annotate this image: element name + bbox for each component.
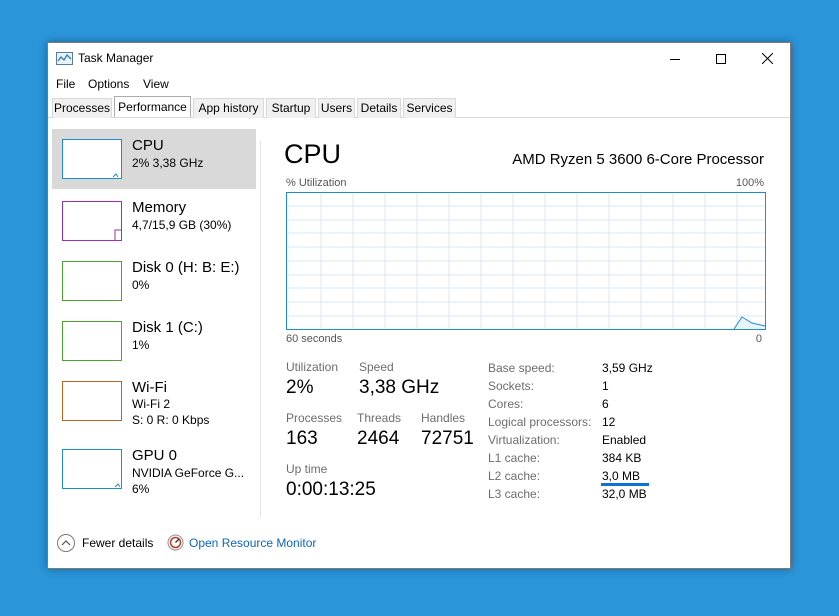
utilization-label: Utilization [286, 360, 339, 374]
sidebar-item-gpu[interactable]: GPU 0 NVIDIA GeForce G... 6% [52, 435, 256, 501]
close-icon [761, 53, 773, 64]
speed-value: 3,38 GHz [359, 377, 440, 398]
threads-label: Threads [357, 411, 402, 425]
virtualization-highlight [601, 483, 649, 486]
task-manager-icon [56, 51, 73, 66]
window-title: Task Manager [78, 51, 154, 65]
tab-details[interactable]: Details [357, 98, 401, 118]
sidebar-disk1-value: 1% [132, 338, 150, 352]
utilization-value: 2% [286, 377, 314, 398]
processes-value: 163 [286, 428, 318, 449]
spec-base-speed-value: 3,59 GHz [602, 361, 653, 375]
tab-bar: Processes Performance App history Startu… [48, 96, 790, 118]
sidebar-item-disk0[interactable]: Disk 0 (H: B: E:) 0% [52, 251, 256, 311]
memory-thumbnail-graph [62, 201, 122, 241]
sidebar-wifi-title: Wi-Fi [132, 379, 167, 396]
spec-logical-label: Logical processors: [488, 415, 592, 429]
menu-file[interactable]: File [56, 77, 75, 91]
sidebar-item-memory[interactable]: Memory 4,7/15,9 GB (30%) [52, 191, 256, 251]
performance-sidebar: CPU 2% 3,38 GHz Memory 4,7/15,9 GB (30%)… [52, 129, 256, 519]
handles-label: Handles [421, 411, 466, 425]
spec-l3-label: L3 cache: [488, 487, 541, 501]
spec-base-speed-label: Base speed: [488, 361, 555, 375]
menu-options[interactable]: Options [88, 77, 129, 91]
sidebar-item-disk1[interactable]: Disk 1 (C:) 1% [52, 311, 256, 371]
spec-l2-value: 3,0 MB [602, 469, 641, 483]
maximize-button[interactable] [698, 43, 744, 74]
spec-virtualization-label: Virtualization: [488, 433, 560, 447]
sidebar-disk0-value: 0% [132, 278, 150, 292]
spec-logical-value: 12 [602, 415, 616, 429]
graph-utilization-label: % Utilization [286, 177, 347, 189]
tab-startup[interactable]: Startup [266, 98, 316, 118]
menu-bar: File Options View [48, 74, 790, 94]
footer-bar: Fewer details Open Resource Monitor [48, 533, 790, 557]
speed-label: Speed [359, 360, 394, 374]
tab-app-history[interactable]: App history [193, 98, 264, 118]
uptime-value: 0:00:13:25 [286, 479, 376, 500]
graph-max-label: 100% [735, 177, 764, 189]
page-title: CPU [284, 139, 342, 169]
sidebar-disk1-title: Disk 1 (C:) [132, 319, 203, 336]
close-button[interactable] [744, 43, 790, 74]
tab-users[interactable]: Users [318, 98, 355, 118]
resource-monitor-icon [167, 534, 184, 551]
spec-cores-label: Cores: [488, 397, 524, 411]
processor-name: AMD Ryzen 5 3600 6-Core Processor [512, 151, 764, 168]
sidebar-gpu-name: NVIDIA GeForce G... [132, 466, 245, 480]
spec-l1-value: 384 KB [602, 451, 642, 465]
task-manager-window: Task Manager File Options View Processes… [47, 42, 791, 569]
minimize-button[interactable] [652, 43, 698, 74]
sidebar-memory-title: Memory [132, 199, 187, 216]
handles-value: 72751 [421, 428, 474, 449]
disk0-thumbnail-graph [62, 261, 122, 301]
tab-processes[interactable]: Processes [52, 98, 112, 118]
sidebar-gpu-value: 6% [132, 482, 150, 496]
tab-services[interactable]: Services [403, 98, 456, 118]
sidebar-item-wifi[interactable]: Wi-Fi Wi-Fi 2 S: 0 R: 0 Kbps [52, 371, 256, 431]
uptime-label: Up time [286, 462, 328, 476]
gpu-thumbnail-graph [62, 449, 122, 489]
spec-sockets-value: 1 [602, 379, 609, 393]
disk1-thumbnail-graph [62, 321, 122, 361]
sidebar-gpu-title: GPU 0 [132, 447, 178, 464]
sidebar-cpu-title: CPU [132, 137, 164, 154]
sidebar-cpu-value: 2% 3,38 GHz [132, 156, 204, 170]
spec-l3-value: 32,0 MB [602, 487, 647, 501]
menu-view[interactable]: View [143, 77, 169, 91]
sidebar-wifi-adapter: Wi-Fi 2 [132, 397, 170, 411]
cpu-utilization-graph [286, 192, 766, 330]
sidebar-divider [260, 141, 261, 517]
title-bar[interactable]: Task Manager [48, 43, 790, 74]
cpu-thumbnail-graph [62, 139, 122, 179]
fewer-details-link[interactable]: Fewer details [82, 536, 153, 550]
sidebar-memory-value: 4,7/15,9 GB (30%) [132, 218, 232, 232]
chevron-up-circle-icon[interactable] [57, 534, 75, 552]
threads-value: 2464 [357, 428, 400, 449]
sidebar-wifi-throughput: S: 0 R: 0 Kbps [132, 413, 210, 427]
open-resource-monitor-link[interactable]: Open Resource Monitor [189, 536, 316, 550]
maximize-icon [716, 53, 726, 64]
graph-min-label: 0 [755, 333, 762, 345]
spec-cores-value: 6 [602, 397, 609, 411]
spec-virtualization-value: Enabled [602, 433, 647, 447]
processes-label: Processes [286, 411, 343, 425]
minimize-icon [670, 58, 680, 60]
tab-performance[interactable]: Performance [114, 96, 191, 117]
sidebar-disk0-title: Disk 0 (H: B: E:) [132, 259, 240, 276]
spec-sockets-label: Sockets: [488, 379, 535, 393]
spec-l2-label: L2 cache: [488, 469, 541, 483]
sidebar-item-cpu[interactable]: CPU 2% 3,38 GHz [52, 129, 256, 189]
spec-l1-label: L1 cache: [488, 451, 541, 465]
wifi-thumbnail-graph [62, 381, 122, 421]
graph-time-label: 60 seconds [286, 333, 343, 345]
